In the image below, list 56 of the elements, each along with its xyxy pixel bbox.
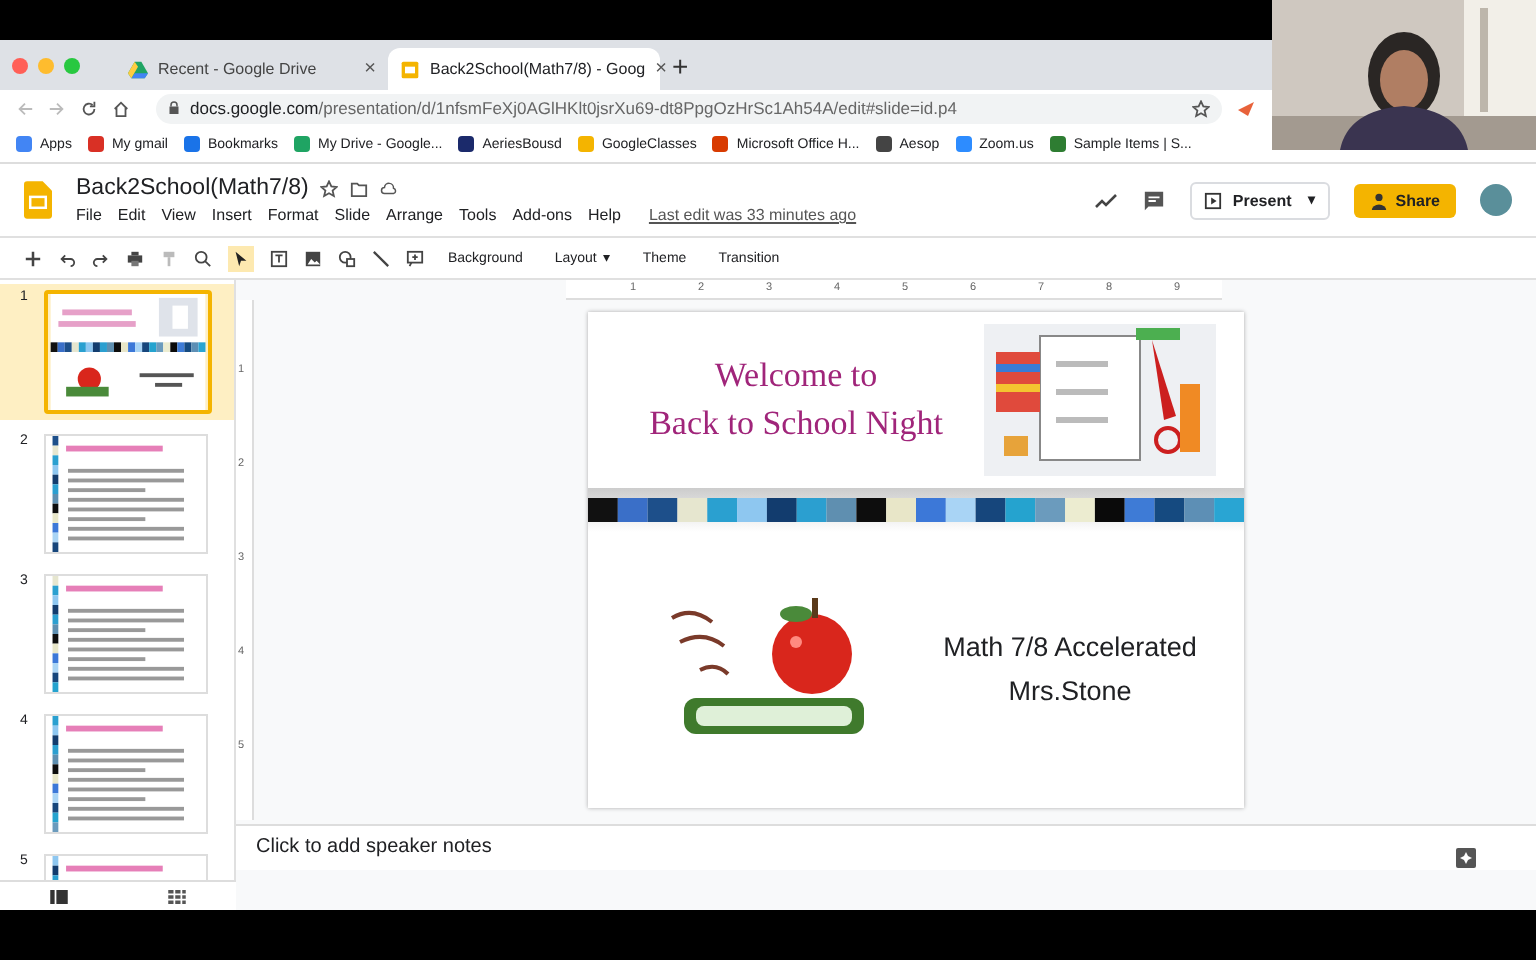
slide-thumbnail[interactable] bbox=[44, 714, 208, 834]
lock-icon bbox=[168, 100, 180, 116]
cursor-icon[interactable] bbox=[228, 245, 254, 271]
share-button[interactable]: Share bbox=[1353, 183, 1456, 217]
menu-item[interactable]: Slide bbox=[334, 206, 371, 224]
slides-icon bbox=[400, 59, 420, 79]
tab-title: Back2School(Math7/8) - Goog bbox=[430, 60, 646, 78]
slide-thumbnail[interactable] bbox=[44, 574, 208, 694]
menu-item[interactable]: Edit bbox=[117, 206, 146, 224]
document-title[interactable]: Back2School(Math7/8) bbox=[76, 176, 309, 200]
menu-item[interactable]: Tools bbox=[459, 206, 497, 224]
filmstrip-view-icon[interactable] bbox=[50, 889, 68, 903]
menu-item[interactable]: Help bbox=[588, 206, 621, 224]
print-icon[interactable] bbox=[126, 249, 144, 267]
new-tab-button[interactable]: + bbox=[672, 49, 689, 81]
close-tab-button[interactable]: × bbox=[655, 58, 667, 80]
menu-item[interactable]: Arrange bbox=[386, 206, 444, 224]
menu-item[interactable]: View bbox=[161, 206, 196, 224]
reload-icon[interactable] bbox=[80, 99, 98, 117]
menu-item[interactable]: File bbox=[76, 206, 102, 224]
avatar[interactable] bbox=[1480, 184, 1512, 216]
cloud-icon bbox=[380, 179, 399, 197]
star-icon[interactable] bbox=[1192, 99, 1210, 117]
undo-icon[interactable] bbox=[58, 249, 76, 267]
home-icon[interactable] bbox=[112, 99, 130, 117]
slide-title: Welcome to Back to School Night bbox=[647, 353, 945, 446]
menu-item[interactable]: Add-ons bbox=[512, 206, 572, 224]
slide-thumbnail[interactable] bbox=[44, 290, 212, 414]
close-tab-button[interactable]: × bbox=[364, 58, 376, 80]
address-bar[interactable]: docs.google.com/presentation/d/1nfsmFeXj0AGlHKlt0jsrXu69-dt8PpgOzHrSc1Ah54A/edit#slide=id.p4 bbox=[156, 93, 1222, 123]
menu-item[interactable]: Format bbox=[267, 206, 319, 224]
menu-item[interactable]: Insert bbox=[211, 206, 252, 224]
comment-add-icon[interactable] bbox=[406, 249, 424, 267]
redo-icon[interactable] bbox=[92, 249, 110, 267]
play-icon bbox=[1204, 191, 1223, 209]
star-icon[interactable] bbox=[320, 179, 339, 197]
slide-subtitle: Math 7/8 Accelerated Mrs.Stone bbox=[941, 630, 1199, 710]
grid-view-icon[interactable] bbox=[168, 889, 186, 903]
add-icon[interactable] bbox=[24, 249, 42, 267]
line-icon[interactable] bbox=[372, 249, 390, 267]
browser-tab[interactable]: Recent - Google Drive × bbox=[116, 48, 388, 90]
text-box-icon[interactable] bbox=[270, 249, 288, 267]
url-text: docs.google.com/presentation/d/1nfsmFeXj0AGlHKlt0jsrXu69-dt8PpgOzHrSc1Ah54A/edit#slide=id.p4 bbox=[190, 98, 959, 118]
image-icon[interactable] bbox=[304, 249, 322, 267]
explore-icon[interactable] bbox=[1456, 848, 1476, 868]
speaker-notes-field[interactable]: Click to add speaker notes bbox=[236, 823, 1536, 870]
last-edit-link[interactable]: Last edit was 33 minutes ago bbox=[648, 206, 857, 224]
folder-icon[interactable] bbox=[350, 179, 369, 197]
shape-icon[interactable] bbox=[338, 249, 356, 267]
trend-icon[interactable] bbox=[1094, 189, 1119, 211]
triangle-icon bbox=[128, 59, 148, 79]
tab-title: Recent - Google Drive bbox=[158, 60, 319, 78]
slide-thumbnail[interactable] bbox=[44, 434, 208, 554]
zoom-icon[interactable] bbox=[194, 249, 212, 267]
comment-icon[interactable] bbox=[1142, 189, 1167, 211]
person-icon bbox=[1369, 191, 1388, 209]
